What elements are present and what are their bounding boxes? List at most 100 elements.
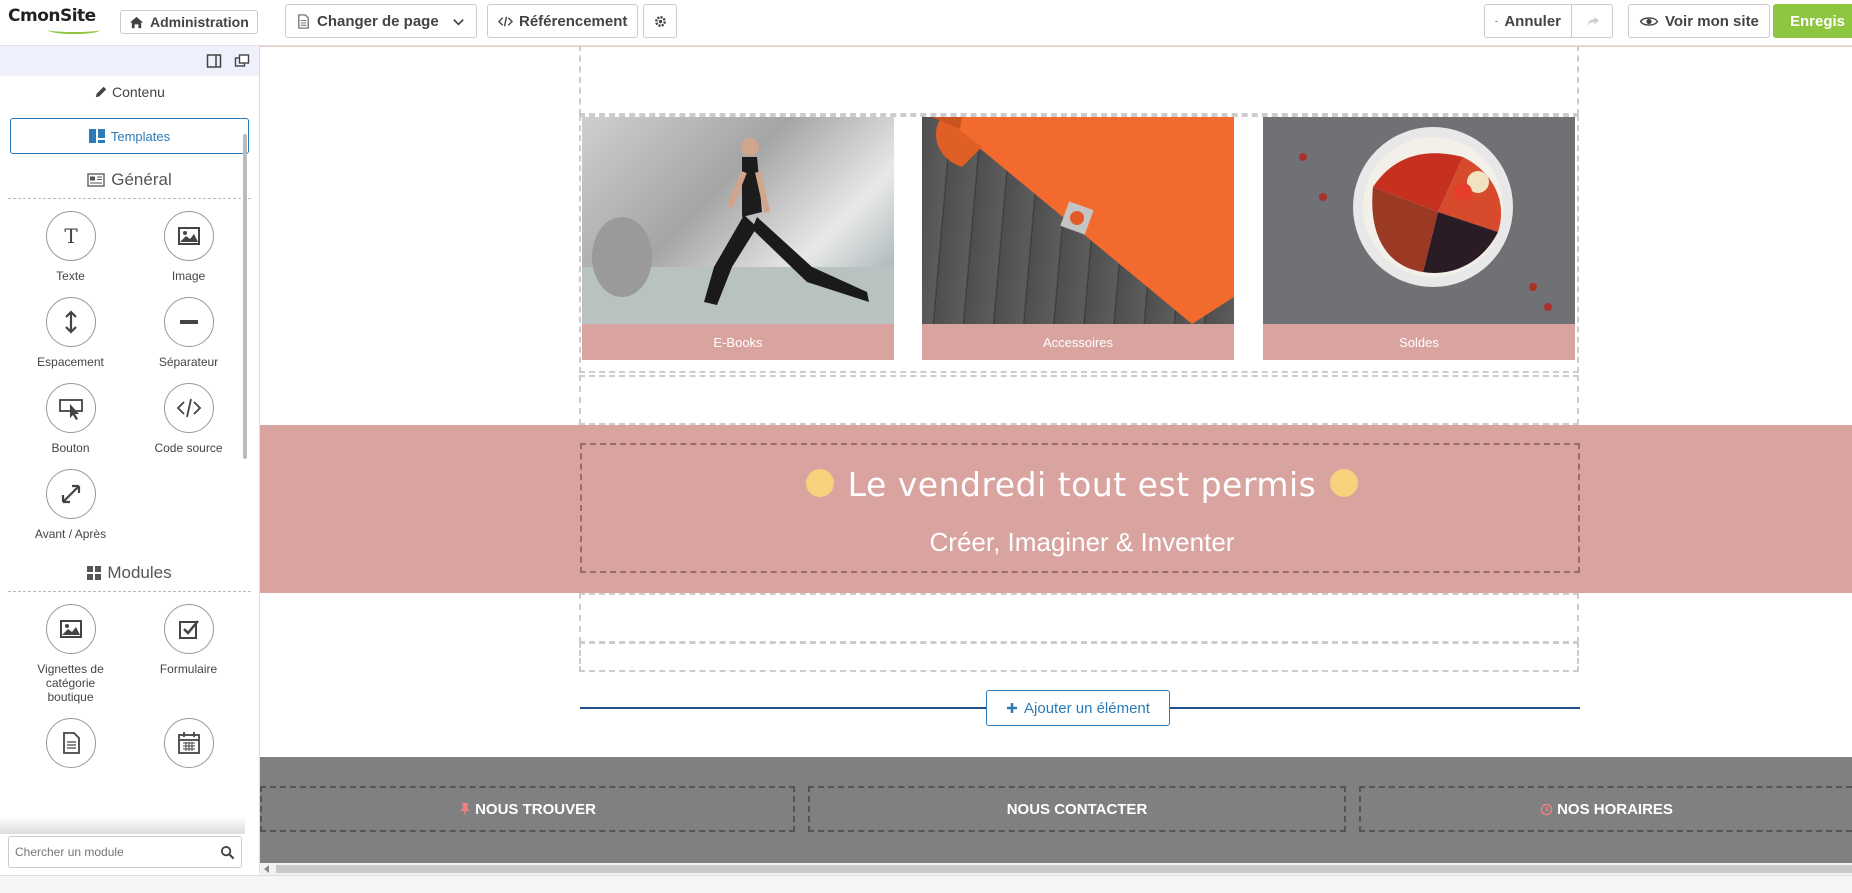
module-spacing-label: Espacement (37, 355, 104, 369)
footer-find-us-label: NOUS TROUVER (475, 800, 596, 818)
promo-banner: Le vendredi tout est permis Créer, Imagi… (260, 425, 1852, 593)
module-separator[interactable]: Séparateur (130, 297, 248, 369)
ebooks-photo (582, 117, 894, 324)
clock-icon (1540, 803, 1553, 815)
seo-label: Référencement (519, 12, 628, 30)
text-icon: T (64, 224, 78, 248)
home-icon (129, 16, 144, 28)
yoga-woman-illustration (582, 138, 894, 324)
undo-icon (1495, 19, 1498, 23)
promo-banner-block[interactable]: Le vendredi tout est permis Créer, Imagi… (580, 443, 1580, 573)
module-category-thumbnails[interactable]: Vignettes de catégorie boutique (12, 604, 130, 704)
module-before-after[interactable]: Avant / Après (12, 469, 130, 541)
general-section-title: Général (8, 170, 251, 199)
document-icon (62, 732, 80, 754)
add-element-button[interactable]: Ajouter un élément (986, 690, 1170, 726)
undo-button[interactable]: Annuler (1484, 4, 1572, 38)
templates-icon (88, 129, 105, 143)
eye-icon (1639, 16, 1659, 26)
redo-icon (1587, 16, 1599, 26)
footer-opening-hours[interactable]: NOS HORAIRES (1359, 786, 1852, 832)
module-source-code-label: Code source (154, 441, 223, 455)
text-icon-circle: T (45, 211, 96, 261)
banner-title: Le vendredi tout est permis (847, 465, 1317, 504)
templates-button[interactable]: Templates (10, 118, 249, 154)
category-card-ebooks[interactable]: E-Books (582, 117, 894, 360)
panel-toggle-icon[interactable] (206, 53, 222, 69)
templates-label: Templates (110, 128, 171, 144)
expand-arrows-icon (61, 484, 80, 504)
module-calendar[interactable] (130, 718, 248, 768)
banner-subtitle: Créer, Imaginer & Inventer (929, 527, 1235, 557)
sidebar-scrollbar[interactable] (243, 134, 247, 459)
modules-items-grid: Vignettes de catégorie boutique Formulai… (0, 604, 259, 768)
empty-block-top[interactable] (579, 47, 1579, 115)
footer-find-us[interactable]: NOUS TROUVER (260, 786, 795, 832)
save-button[interactable]: Enregis (1773, 4, 1852, 38)
sidebar: Contenu Templates Général T Texte Image … (0, 46, 260, 873)
separator-icon-circle (163, 297, 214, 347)
module-text[interactable]: T Texte (12, 211, 130, 283)
detach-window-icon[interactable] (234, 53, 250, 69)
module-document[interactable] (12, 718, 130, 768)
spacing-icon-circle (45, 297, 96, 347)
calendar-icon (177, 732, 200, 754)
module-button[interactable]: Bouton (12, 383, 130, 455)
button-icon-circle (45, 383, 96, 433)
seo-button[interactable]: Référencement (487, 4, 639, 38)
logo-swoosh (48, 26, 100, 34)
administration-button[interactable]: Administration (120, 10, 258, 34)
module-search-input[interactable] (15, 845, 220, 859)
document-icon-circle (45, 718, 96, 768)
bowl-illustration (1299, 127, 1552, 311)
scroll-left-arrow-icon[interactable] (263, 865, 271, 873)
code-icon (176, 398, 201, 418)
yoga-mat-illustration (932, 117, 1234, 324)
module-image-label: Image (171, 269, 206, 283)
vertical-arrows-icon (64, 310, 77, 334)
view-site-button[interactable]: Voir mon site (1628, 4, 1770, 38)
checkbox-icon (178, 620, 199, 639)
save-label: Enregis (1790, 12, 1846, 30)
category-card-sales[interactable]: Soldes (1263, 117, 1575, 360)
view-site-label: Voir mon site (1665, 12, 1759, 30)
newspaper-icon (87, 173, 105, 187)
content-label: Contenu (111, 84, 165, 100)
before-after-icon-circle (45, 469, 96, 519)
settings-button[interactable] (643, 4, 677, 38)
administration-label: Administration (150, 14, 249, 30)
calendar-icon-circle (163, 718, 214, 768)
site-footer: NOUS TROUVER NOUS CONTACTER NOS HORAIRES (260, 757, 1852, 863)
minus-icon (179, 320, 198, 324)
yellow-dot-left (805, 468, 834, 497)
category-card-accessories-caption: Accessoires (922, 324, 1234, 360)
code-icon (498, 16, 513, 26)
plus-icon (1007, 703, 1018, 713)
sidebar-top-strip (0, 46, 259, 76)
redo-button[interactable] (1571, 4, 1613, 38)
pin-icon (460, 803, 471, 816)
footer-contact-us[interactable]: NOUS CONTACTER (808, 786, 1346, 832)
search-icon[interactable] (220, 845, 235, 860)
chevron-down-icon (453, 18, 464, 26)
category-card-accessories[interactable]: Accessoires (922, 117, 1234, 360)
module-before-after-label: Avant / Après (34, 527, 107, 541)
form-icon-circle (163, 604, 214, 654)
horizontal-scroll-thumb[interactable] (276, 865, 1852, 873)
module-form-label: Formulaire (159, 662, 218, 676)
general-title-label: Général (111, 170, 172, 189)
module-spacing[interactable]: Espacement (12, 297, 130, 369)
empty-block-middle[interactable] (579, 375, 1579, 425)
empty-block-bottom-1[interactable] (579, 593, 1579, 643)
module-source-code[interactable]: Code source (130, 383, 248, 455)
empty-block-bottom-2[interactable] (579, 642, 1579, 672)
pencil-icon (95, 86, 107, 98)
image-icon-circle (163, 211, 214, 261)
module-image[interactable]: Image (130, 211, 248, 283)
change-page-dropdown[interactable]: Changer de page (285, 4, 477, 38)
cmonsite-logo[interactable]: CmonSite (8, 6, 100, 34)
module-form[interactable]: Formulaire (130, 604, 248, 704)
horizontal-scrollbar[interactable] (260, 863, 1852, 875)
module-search[interactable] (8, 836, 242, 868)
modules-section-title: Modules (8, 563, 251, 592)
